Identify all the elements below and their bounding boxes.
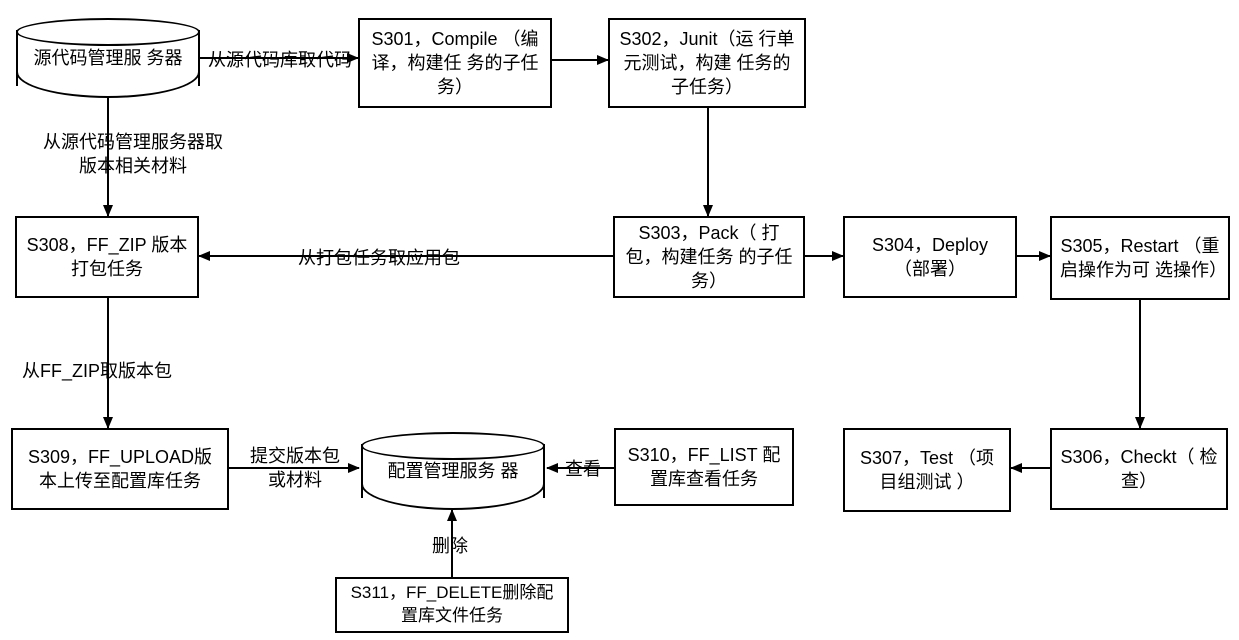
db-config: 配置管理服务 器 — [363, 444, 543, 498]
db-source: 源代码管理服 务器 — [18, 30, 198, 86]
s304-deploy: S304，Deploy （部署） — [843, 216, 1017, 298]
s308-ffzip: S308，FF_ZIP 版本打包任务 — [15, 216, 199, 298]
edge-label-getpack: 从打包任务取应用包 — [298, 246, 460, 270]
edge-label-submit: 提交版本包 或材料 — [240, 444, 350, 493]
s302-junit: S302，Junit（运 行单元测试，构建 任务的子任务） — [608, 18, 806, 108]
s307-test: S307，Test （项目组测试 ） — [843, 428, 1011, 512]
edge-label-getmaterials: 从源代码管理服务器取 版本相关材料 — [28, 130, 238, 179]
edge-label-view: 查看 — [565, 457, 601, 481]
s306-checkt: S306，Checkt（ 检查） — [1050, 428, 1228, 510]
flow-diagram: 源代码管理服 务器 S301，Compile （编译，构建任 务的子任务） S3… — [0, 0, 1239, 640]
edge-label-getcode: 从源代码库取代码 — [208, 48, 352, 72]
edge-label-delete: 删除 — [432, 534, 468, 558]
edge-label-getzip: 从FF_ZIP取版本包 — [22, 359, 172, 383]
s301-compile: S301，Compile （编译，构建任 务的子任务） — [358, 18, 552, 108]
s310-fflist: S310，FF_LIST 配置库查看任务 — [614, 428, 794, 506]
s311-ffdelete: S311，FF_DELETE删除配 置库文件任务 — [335, 577, 569, 633]
s309-ffupload: S309，FF_UPLOAD版 本上传至配置库任务 — [11, 428, 229, 510]
s303-pack: S303，Pack（ 打包，构建任务 的子任务） — [613, 216, 805, 298]
s305-restart: S305，Restart （重启操作为可 选操作） — [1050, 216, 1230, 300]
